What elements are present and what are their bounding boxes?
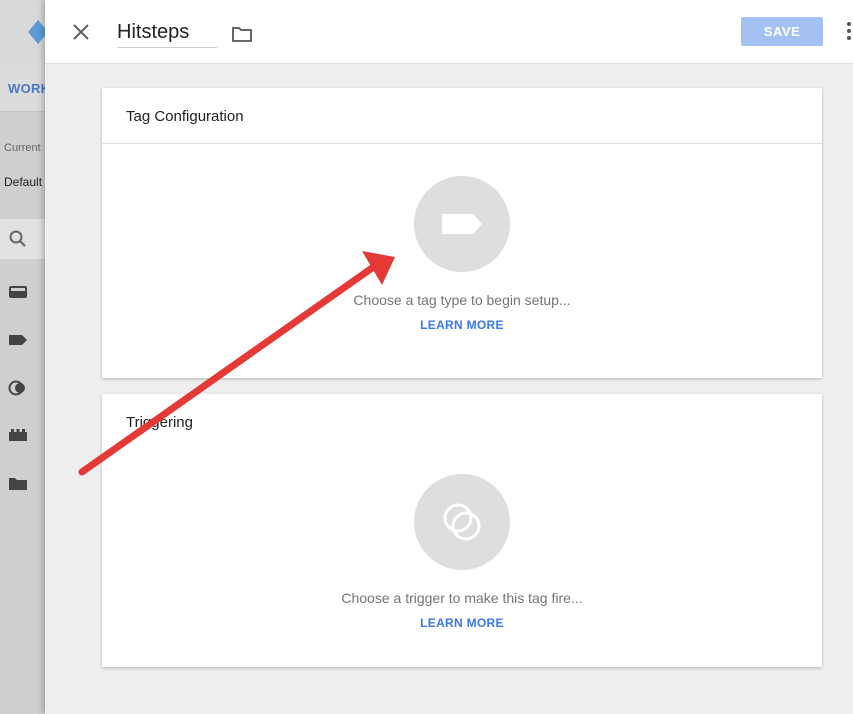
triggers-icon[interactable] bbox=[8, 378, 28, 398]
tag-configuration-title: Tag Configuration bbox=[126, 108, 244, 125]
triggering-card: Triggering Choose a trigger to make this… bbox=[102, 394, 822, 667]
trigger-icon bbox=[443, 503, 481, 541]
tag-type-hint: Choose a tag type to begin setup... bbox=[353, 292, 571, 308]
choose-trigger-button[interactable] bbox=[414, 474, 510, 570]
panel-header: Hitsteps SAVE bbox=[45, 0, 853, 64]
folder-icon[interactable] bbox=[231, 24, 253, 44]
background-workspace: WORK Current Default bbox=[0, 0, 45, 714]
folders-icon[interactable] bbox=[8, 474, 28, 494]
card-divider bbox=[102, 143, 822, 144]
workspace-tab[interactable]: WORK bbox=[8, 81, 45, 96]
save-button[interactable]: SAVE bbox=[741, 17, 823, 46]
tag-icon bbox=[442, 214, 482, 234]
default-workspace-label[interactable]: Default bbox=[4, 175, 42, 189]
variables-icon[interactable] bbox=[8, 426, 28, 446]
tag-name: Hitsteps bbox=[117, 21, 190, 43]
close-icon[interactable] bbox=[67, 18, 95, 46]
tag-learn-more-link[interactable]: LEARN MORE bbox=[102, 318, 822, 332]
current-workspace-label: Current bbox=[4, 142, 41, 154]
search-icon[interactable] bbox=[8, 229, 28, 249]
choose-tag-type-button[interactable] bbox=[414, 176, 510, 272]
tags-icon[interactable] bbox=[8, 330, 28, 350]
trigger-learn-more-link[interactable]: LEARN MORE bbox=[102, 616, 822, 630]
tag-editor-panel: Hitsteps SAVE Tag Configuration Choose a… bbox=[45, 0, 853, 714]
trigger-hint: Choose a trigger to make this tag fire..… bbox=[341, 590, 583, 606]
triggering-title: Triggering bbox=[126, 414, 193, 431]
overview-icon[interactable] bbox=[8, 282, 28, 302]
tag-configuration-card: Tag Configuration Choose a tag type to b… bbox=[102, 88, 822, 378]
more-options-icon[interactable] bbox=[845, 22, 853, 44]
tag-name-field[interactable]: Hitsteps bbox=[117, 18, 217, 48]
gtm-logo-icon bbox=[28, 20, 45, 44]
